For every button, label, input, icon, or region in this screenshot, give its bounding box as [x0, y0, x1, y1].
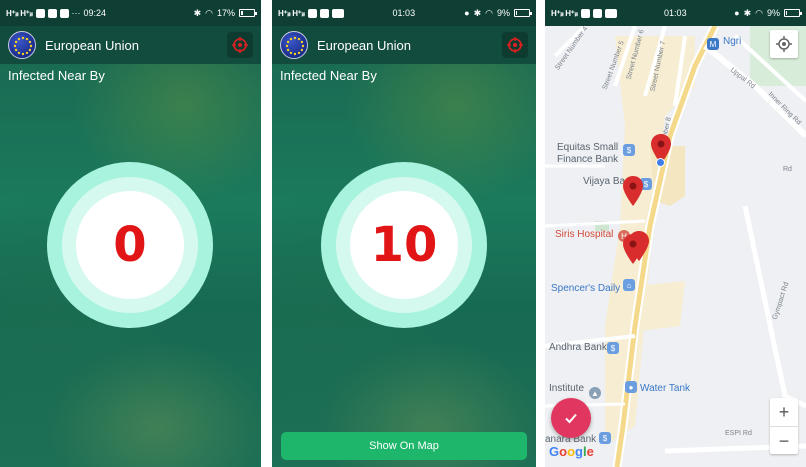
infected-count-circle: 0 — [47, 162, 213, 328]
bank-icon: $ — [599, 432, 611, 444]
show-on-map-button[interactable]: Show On Map — [281, 432, 527, 460]
eu-flag-icon — [280, 31, 308, 59]
gallery-icon — [59, 8, 69, 18]
location-icon: ● — [464, 8, 470, 18]
status-time: 01:03 — [392, 8, 416, 18]
status-bar: H⁺ᵢₗₗ H⁺ᵢₗₗ 01:03 ● ✱ ◠ 9% — [545, 0, 806, 26]
bluetooth-icon: ✱ — [743, 7, 752, 18]
battery-percent: 9% — [496, 8, 510, 18]
place-label-andhra: Andhra Bank — [549, 342, 607, 353]
notification-icon — [307, 8, 317, 18]
water-icon: ● — [625, 381, 637, 393]
youtube-icon — [604, 8, 617, 18]
notification-icon — [580, 8, 590, 18]
zoom-in-button[interactable]: + — [770, 398, 798, 426]
infected-count: 0 — [113, 217, 147, 273]
app-title: European Union — [45, 37, 139, 53]
signal-indicator: H⁺ᵢₗₗ H⁺ᵢₗₗ — [278, 8, 305, 18]
crosshair-target-icon — [507, 37, 523, 53]
place-label-siris-hospital: Siris Hospital — [555, 229, 614, 240]
wifi-icon: ◠ — [755, 7, 763, 18]
location-icon: ● — [734, 8, 740, 18]
map-pin-icon[interactable] — [623, 176, 643, 206]
app-bar: European Union — [0, 26, 261, 64]
place-label-water-tank: Water Tank — [640, 383, 691, 394]
bluetooth-icon: ✱ — [193, 7, 202, 18]
bank-icon: $ — [607, 342, 619, 354]
infected-near-by-label: Infected Near By — [280, 68, 377, 83]
my-location-dot — [656, 158, 665, 167]
battery-icon — [784, 9, 802, 17]
place-label-equitas: Finance Bank — [557, 154, 619, 165]
app-bar: European Union — [272, 26, 536, 64]
crosshair-target-icon — [232, 37, 248, 53]
place-label-ngri: Ngri — [723, 36, 742, 47]
place-label-equitas: Equitas Small — [557, 142, 619, 153]
notification-icon — [319, 8, 329, 18]
my-location-icon — [776, 36, 792, 52]
zoom-controls: + − — [770, 398, 798, 454]
app-title: European Union — [317, 37, 411, 53]
my-location-button[interactable] — [770, 30, 798, 58]
check-icon — [565, 413, 577, 424]
confirm-fab[interactable] — [551, 398, 591, 438]
status-bar: H⁺ᵢₗₗ H⁺ᵢₗₗ 01:03 ● ✱ ◠ 9% — [272, 0, 536, 26]
phone-screen-3-map: H⁺ᵢₗₗ H⁺ᵢₗₗ 01:03 ● ✱ ◠ 9% Street Number… — [545, 0, 806, 467]
notification-icon — [592, 8, 602, 18]
infected-count: 10 — [370, 217, 438, 273]
youtube-icon — [331, 8, 344, 18]
status-bar: H⁺ᵢₗₗ H⁺ᵢₗₗ ··· 09:24 ✱ ◠ 17% — [0, 0, 261, 26]
status-time: 01:03 — [664, 8, 687, 18]
phone-screen-2: H⁺ᵢₗₗ H⁺ᵢₗₗ 01:03 ● ✱ ◠ 9% European Unio… — [272, 0, 536, 467]
infected-count-circle: 10 — [321, 162, 487, 328]
infected-near-by-label: Infected Near By — [8, 68, 105, 83]
battery-percent: 17% — [216, 8, 235, 18]
more-notifications-icon: ··· — [71, 8, 81, 18]
wifi-icon: ◠ — [485, 7, 493, 18]
zoom-out-button[interactable]: − — [770, 427, 798, 455]
road-label: Rd — [783, 166, 792, 173]
eu-flag-icon — [8, 31, 36, 59]
wifi-icon: ◠ — [205, 7, 213, 18]
place-label-institute: Institute — [549, 383, 585, 394]
instagram-icon — [47, 8, 57, 18]
bank-icon: $ — [623, 144, 635, 156]
target-button[interactable] — [227, 32, 253, 58]
battery-percent: 9% — [766, 8, 780, 18]
signal-indicator: H⁺ᵢₗₗ H⁺ᵢₗₗ — [6, 8, 33, 18]
map-view[interactable]: Street Number 4 Street Number 5 Street N… — [545, 26, 806, 467]
place-label-spencers: Spencer's Daily — [551, 283, 621, 294]
signal-indicator: H⁺ᵢₗₗ H⁺ᵢₗₗ — [551, 8, 578, 18]
road-label: ESPI Rd — [725, 430, 752, 437]
battery-icon — [239, 9, 257, 17]
battery-icon — [514, 9, 532, 17]
map-pin-icon[interactable] — [623, 234, 643, 264]
metro-icon: M — [707, 38, 719, 50]
map-roads — [545, 26, 806, 467]
institute-icon: ▲ — [589, 387, 601, 399]
place-label-vijaya: Vijaya Ba — [583, 176, 626, 187]
target-button[interactable] — [502, 32, 528, 58]
google-logo: Google — [549, 444, 594, 459]
bluetooth-icon: ✱ — [473, 7, 482, 18]
status-time: 09:24 — [83, 8, 107, 18]
shop-icon: ⌂ — [623, 279, 635, 291]
notification-icon — [35, 8, 45, 18]
phone-screen-1: H⁺ᵢₗₗ H⁺ᵢₗₗ ··· 09:24 ✱ ◠ 17% European U… — [0, 0, 261, 467]
